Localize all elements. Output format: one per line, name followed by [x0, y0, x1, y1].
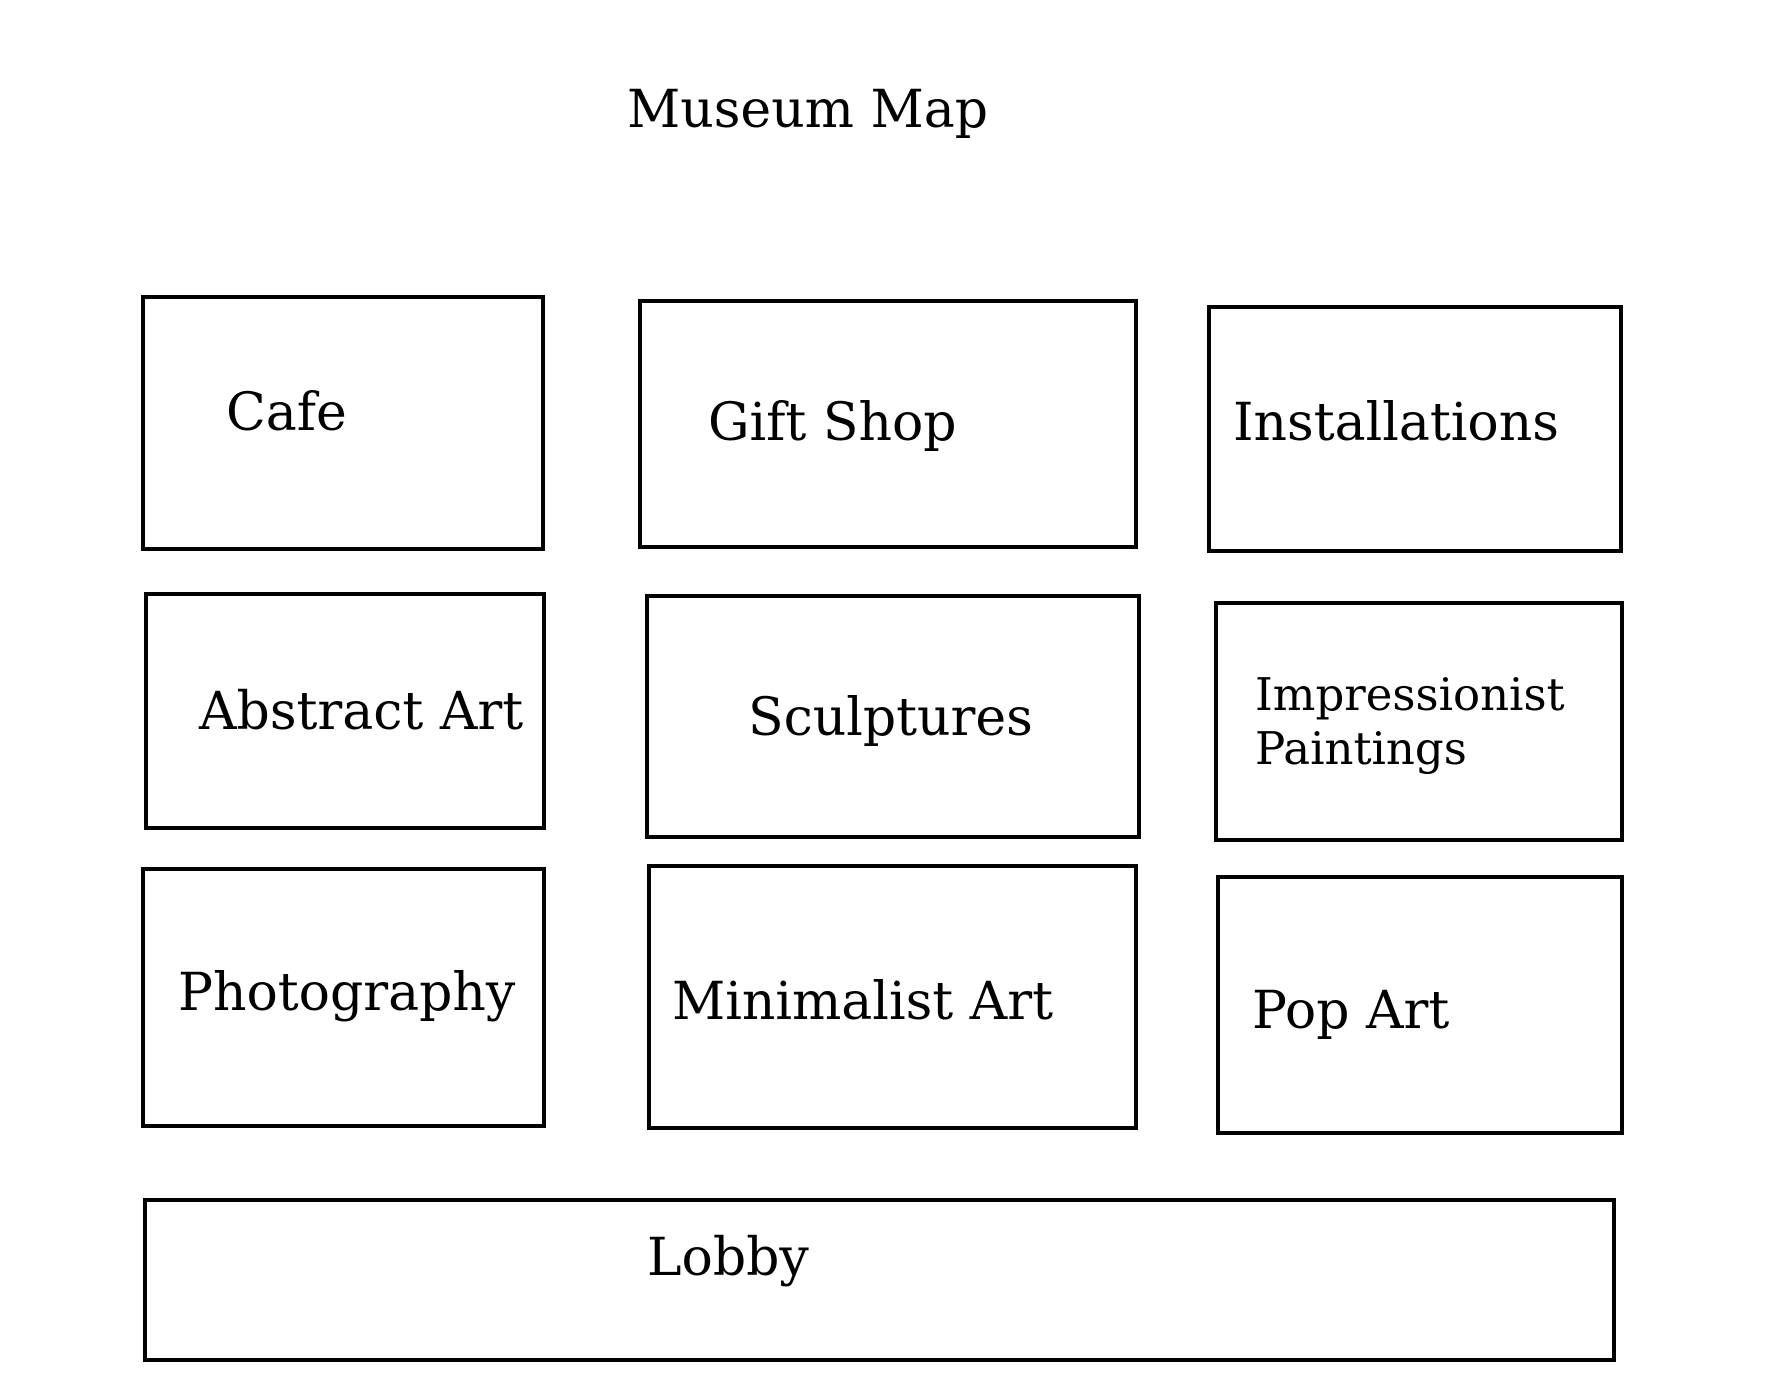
room-label-minimalist-art: Minimalist Art [672, 972, 1053, 1032]
room-installations[interactable]: Installations [1207, 305, 1623, 553]
room-gift-shop[interactable]: Gift Shop [638, 299, 1138, 549]
room-impressionist-paintings[interactable]: Impressionist Paintings [1214, 601, 1624, 842]
room-label-photography: Photography [178, 963, 516, 1023]
room-label-sculptures: Sculptures [748, 688, 1033, 748]
room-pop-art[interactable]: Pop Art [1216, 875, 1624, 1135]
map-title: Museum Map [627, 80, 989, 140]
room-sculptures[interactable]: Sculptures [645, 594, 1141, 839]
room-label-lobby: Lobby [647, 1228, 809, 1288]
room-label-abstract-art: Abstract Art [199, 682, 524, 742]
room-label-gift-shop: Gift Shop [708, 393, 957, 453]
room-label-cafe: Cafe [226, 383, 347, 443]
room-label-pop-art: Pop Art [1252, 981, 1450, 1041]
room-cafe[interactable]: Cafe [141, 295, 545, 551]
room-label-installations: Installations [1233, 393, 1559, 453]
room-minimalist-art[interactable]: Minimalist Art [647, 864, 1138, 1130]
room-abstract-art[interactable]: Abstract Art [144, 592, 546, 830]
room-photography[interactable]: Photography [141, 867, 546, 1128]
room-lobby[interactable]: Lobby [143, 1198, 1616, 1362]
room-label-impressionist-paintings: Impressionist Paintings [1255, 668, 1565, 775]
